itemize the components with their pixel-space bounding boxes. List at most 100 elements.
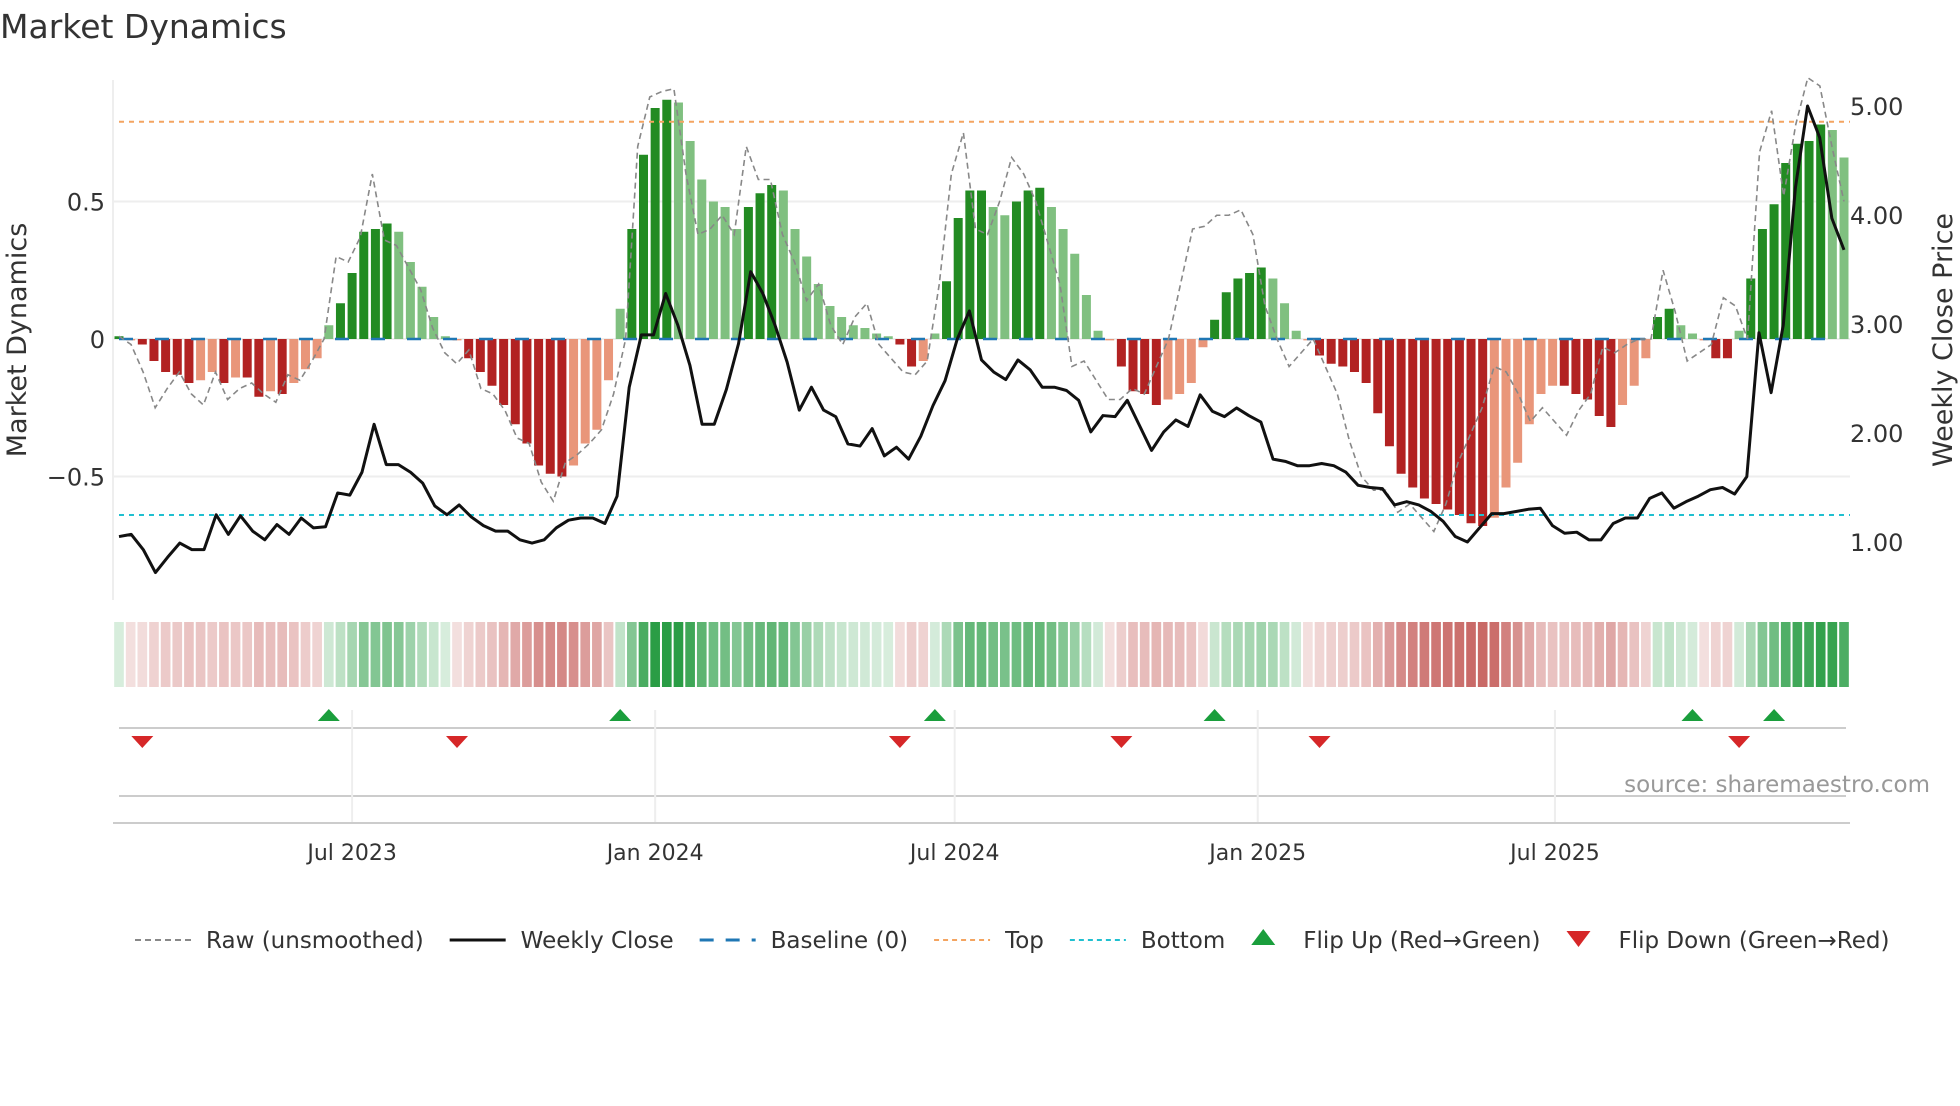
momentum-bar [172,339,182,375]
momentum-bar [557,339,567,477]
momentum-bar [720,207,730,339]
heat-cell [1093,622,1103,687]
heat-cell [1559,622,1570,687]
heat-cell [452,622,462,687]
heat-cell [953,622,964,687]
momentum-bar [1081,295,1091,339]
y-tick-label: 0.5 [67,189,105,217]
momentum-bar [1454,339,1464,515]
heat-cell [778,622,789,687]
momentum-bar [673,102,683,339]
heat-cell [1582,622,1593,687]
heat-cell [592,622,602,687]
momentum-bar [837,317,847,339]
heat-cell [720,622,730,687]
x-tick-label: Jul 2024 [908,841,1000,866]
momentum-bar [1804,141,1814,339]
momentum-bar [394,231,404,339]
heat-cell [440,622,451,687]
momentum-bar [300,339,310,370]
heat-cell [1664,622,1674,687]
flip-down-marker [1308,736,1331,748]
heat-cell [347,622,357,687]
heat-cell [1372,622,1383,687]
heat-cell [1804,622,1814,687]
heat-cell [1186,622,1197,687]
heat-cell [836,622,847,687]
heat-cell [1629,622,1640,687]
y2-tick-label: 4.00 [1850,202,1903,230]
legend-item-bottom: Bottom [1069,928,1225,954]
momentum-bar [534,339,544,466]
heat-cell [999,622,1010,687]
heat-cell [149,622,159,687]
heat-cell [1058,622,1068,687]
heat-cell [1734,622,1744,687]
momentum-bar [1548,339,1558,386]
main-plot: 0.5 0 −0.5 5.00 4.00 3.00 2.00 1.00 [47,76,1903,600]
momentum-bar [1384,339,1394,447]
heat-cell [988,622,998,687]
heat-cell [1722,622,1733,687]
heat-cell [1011,622,1022,687]
legend-label: Baseline (0) [771,928,908,954]
y-axis-label: Market Dynamics [2,223,33,458]
heat-cell [1536,622,1546,687]
momentum-bar [580,339,590,444]
heat-cell [1606,622,1616,687]
heat-cell [685,622,695,687]
heat-cell [1652,622,1663,687]
x-tick-label: Jan 2024 [605,841,704,866]
legend-label: Raw (unsmoothed) [206,928,424,954]
heat-cell [965,622,975,687]
momentum-bar [895,339,905,345]
heat-cell [1745,622,1756,687]
heat-cell [1769,622,1779,687]
heat-cell [1547,622,1558,687]
heat-cell [1244,622,1255,687]
momentum-bar [347,273,357,339]
heat-cell [743,622,754,687]
momentum-bar [860,328,870,339]
momentum-bar [1489,339,1499,518]
heat-cell [1419,622,1430,687]
heat-cell [1466,622,1476,687]
heat-cell [1279,622,1290,687]
heat-cell [1675,622,1686,687]
y2-tick-label: 3.00 [1850,311,1903,339]
heat-cell [1023,622,1033,687]
heat-cell [393,622,404,687]
heat-cell [930,622,940,687]
momentum-bar [778,190,788,339]
heat-cell [871,622,882,687]
momentum-bar [1431,339,1441,504]
momentum-bar [207,339,217,372]
heatmap-strip [114,622,1849,687]
momentum-bar [335,303,345,339]
momentum-bar [569,339,579,466]
momentum-bar [219,339,229,383]
x-axis: Jul 2023 Jan 2024 Jul 2024 Jan 2025 Jul 2025 [113,822,1850,866]
momentum-bar [499,339,509,405]
heat-cell [883,622,894,687]
legend-item-up: Flip Up (Red→Green) [1251,928,1540,954]
heat-cell [615,622,626,687]
heat-cell [533,622,544,687]
momentum-bar [1501,339,1511,488]
heat-cell [1151,622,1162,687]
heat-cell [1046,622,1057,687]
heat-cell [1268,622,1278,687]
momentum-bar [1280,303,1290,339]
momentum-bar [417,286,427,339]
momentum-bar [1338,339,1348,367]
momentum-bar [277,339,287,394]
heat-cell [1792,622,1803,687]
legend-label: Flip Down (Green→Red) [1618,928,1889,954]
heat-cell [603,622,614,687]
heat-cell [1396,622,1406,687]
momentum-bar [1128,339,1138,392]
heat-cell [114,622,124,687]
flip-down-marker [888,736,911,748]
heat-cell [1571,622,1581,687]
heat-cell [1839,622,1849,687]
